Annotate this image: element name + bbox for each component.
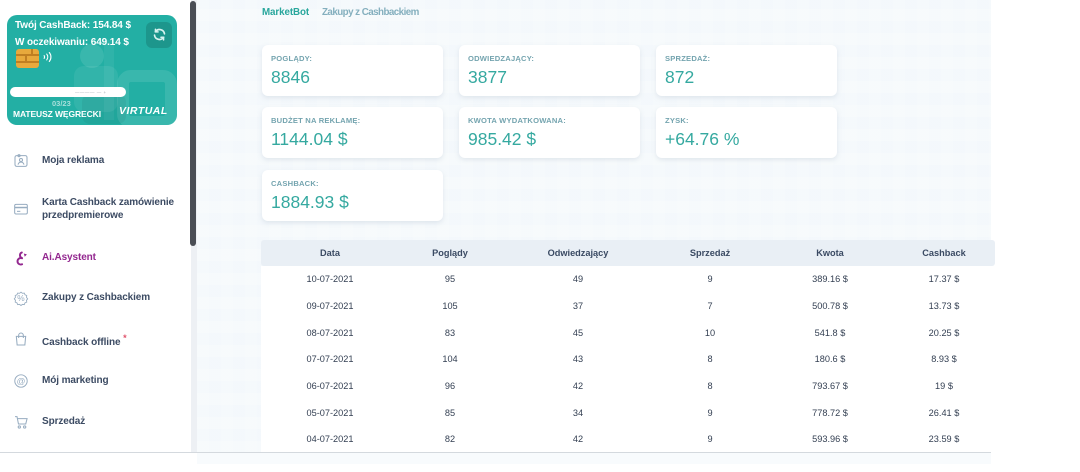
svg-text:@: @ xyxy=(17,376,26,386)
svg-text:%: % xyxy=(17,293,25,303)
